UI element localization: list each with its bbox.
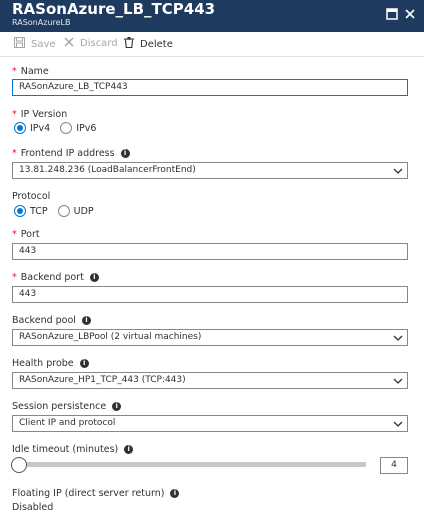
info-icon[interactable]: i	[112, 402, 122, 411]
discard-icon	[64, 37, 74, 50]
frontend-ip-label: * Frontend IP address i	[12, 148, 130, 159]
info-icon[interactable]: i	[124, 445, 134, 454]
protocol-group: TCP UDP	[14, 205, 104, 217]
info-icon[interactable]: i	[89, 273, 99, 282]
backend-pool-dropdown[interactable]: RASonAzure_LBPool (2 virtual machines)	[12, 329, 408, 346]
save-icon	[14, 37, 25, 51]
discard-button[interactable]: Discard	[64, 37, 118, 50]
port-label: * Port	[12, 229, 40, 240]
save-label: Save	[31, 38, 56, 50]
ip-version-group: IPv4 IPv6	[14, 122, 106, 134]
radio-unselected-icon	[57, 205, 70, 217]
required-marker: *	[12, 229, 17, 240]
backend-port-input[interactable]: 443	[12, 286, 408, 303]
required-marker: *	[12, 109, 17, 120]
blade-header: RASonAzure_LB_TCP443 RASonAzureLB	[0, 0, 424, 32]
chevron-down-icon	[393, 166, 403, 178]
info-icon[interactable]: i	[120, 149, 130, 158]
idle-timeout-slider-track[interactable]	[18, 462, 366, 467]
trash-icon	[124, 37, 134, 51]
save-button[interactable]: Save	[14, 37, 56, 51]
ipv4-radio[interactable]: IPv4	[14, 122, 50, 134]
ipv6-radio[interactable]: IPv6	[60, 122, 96, 134]
delete-label: Delete	[140, 38, 173, 50]
blade-subtitle: RASonAzureLB	[12, 18, 71, 27]
udp-radio[interactable]: UDP	[57, 205, 94, 217]
floating-ip-value: Disabled	[12, 502, 54, 513]
health-probe-dropdown[interactable]: RASonAzure_HP1_TCP_443 (TCP:443)	[12, 372, 408, 389]
info-icon[interactable]: i	[79, 359, 89, 368]
required-marker: *	[12, 66, 17, 77]
info-icon[interactable]: i	[81, 316, 91, 325]
maximize-icon[interactable]	[384, 6, 400, 22]
floating-ip-label: Floating IP (direct server return) i	[12, 488, 180, 499]
protocol-label: Protocol	[12, 191, 51, 202]
idle-timeout-value-input[interactable]: 4	[380, 457, 408, 474]
port-input[interactable]: 443	[12, 243, 408, 260]
required-marker: *	[12, 148, 17, 159]
radio-unselected-icon	[60, 122, 73, 134]
chevron-down-icon	[393, 376, 403, 388]
required-marker: *	[12, 272, 17, 283]
tcp-radio[interactable]: TCP	[14, 205, 48, 217]
radio-selected-icon	[14, 122, 26, 134]
chevron-down-icon	[393, 333, 403, 345]
discard-label: Discard	[80, 38, 118, 49]
frontend-ip-dropdown[interactable]: 13.81.248.236 (LoadBalancerFrontEnd)	[12, 162, 408, 179]
session-persistence-label: Session persistence i	[12, 401, 122, 412]
close-icon[interactable]	[402, 6, 418, 22]
backend-port-label: * Backend port i	[12, 272, 99, 283]
command-bar: Save Discard Delete	[0, 32, 424, 57]
idle-timeout-label: Idle timeout (minutes) i	[12, 444, 134, 455]
radio-selected-icon	[14, 205, 26, 217]
backend-pool-label: Backend pool i	[12, 315, 91, 326]
delete-button[interactable]: Delete	[124, 37, 173, 51]
name-label: * Name	[12, 66, 49, 77]
blade-title: RASonAzure_LB_TCP443	[12, 0, 216, 18]
idle-timeout-slider-thumb[interactable]	[11, 457, 27, 473]
ip-version-label: * IP Version	[12, 109, 68, 120]
name-input[interactable]: RASonAzure_LB_TCP443	[12, 79, 408, 96]
session-persistence-dropdown[interactable]: Client IP and protocol	[12, 415, 408, 432]
health-probe-label: Health probe i	[12, 358, 89, 369]
chevron-down-icon	[393, 419, 403, 431]
info-icon[interactable]: i	[170, 489, 180, 498]
